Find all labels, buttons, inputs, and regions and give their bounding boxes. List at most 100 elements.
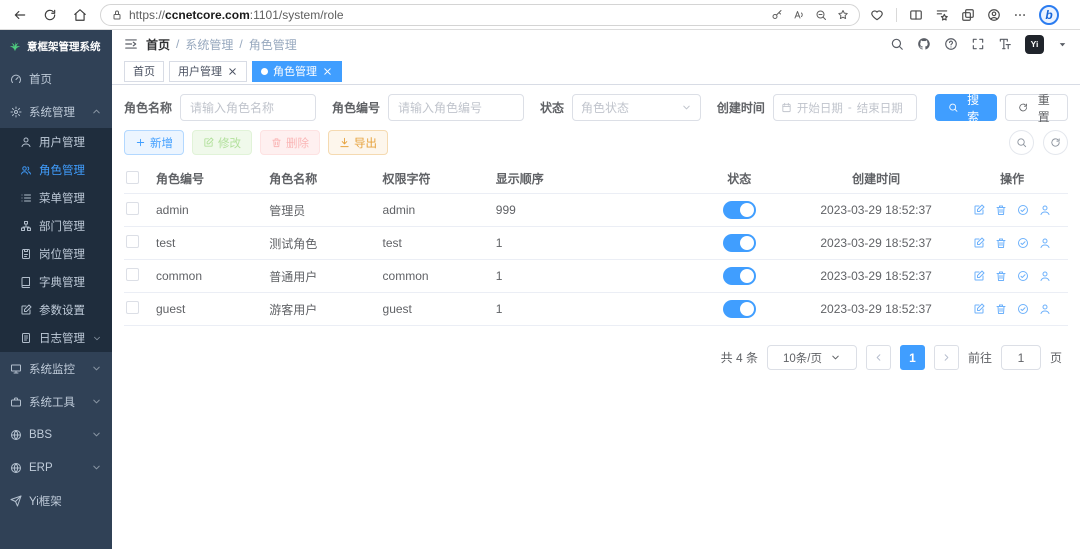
tab-role-mgmt[interactable]: 角色管理 xyxy=(252,61,342,82)
paper-plane-icon xyxy=(10,495,22,507)
sidebar-item-param-settings[interactable]: 参数设置 xyxy=(0,296,112,324)
role-name-label: 角色名称 xyxy=(124,99,172,116)
row-delete-icon[interactable] xyxy=(995,204,1007,216)
toolbar-divider xyxy=(896,8,897,22)
role-code-input[interactable] xyxy=(388,94,524,121)
row-auth-icon[interactable] xyxy=(1017,204,1029,216)
sidebar-item-log-mgmt[interactable]: 日志管理 xyxy=(0,324,112,352)
sidebar-item-bbs[interactable]: BBS xyxy=(0,418,112,451)
row-delete-icon[interactable] xyxy=(995,237,1007,249)
edit-button[interactable]: 修改 xyxy=(192,130,252,155)
close-icon[interactable] xyxy=(227,66,238,77)
sidebar-item-erp[interactable]: ERP xyxy=(0,451,112,484)
sidebar-item-post-mgmt[interactable]: 岗位管理 xyxy=(0,240,112,268)
delete-button[interactable]: 删除 xyxy=(260,130,320,155)
read-aloud-icon[interactable] xyxy=(793,9,805,21)
avatar-caret-down-icon[interactable] xyxy=(1057,39,1068,50)
prev-page-button[interactable] xyxy=(866,345,891,370)
sidebar-item-dict-mgmt[interactable]: 字典管理 xyxy=(0,268,112,296)
collections-icon[interactable] xyxy=(961,8,975,22)
export-button[interactable]: 导出 xyxy=(328,130,388,155)
zoom-out-icon[interactable] xyxy=(815,9,827,21)
sidebar-item-system-tools[interactable]: 系统工具 xyxy=(0,385,112,418)
status-toggle[interactable] xyxy=(723,234,756,252)
row-checkbox[interactable] xyxy=(126,235,139,248)
favorites-hub-icon[interactable] xyxy=(935,8,949,22)
row-checkbox[interactable] xyxy=(126,301,139,314)
bing-chat-icon[interactable]: b xyxy=(1039,5,1059,25)
menu-fold-icon[interactable] xyxy=(124,37,138,51)
row-delete-icon[interactable] xyxy=(995,270,1007,282)
browser-refresh-button[interactable] xyxy=(40,5,60,25)
sidebar-item-home[interactable]: 首页 xyxy=(0,62,112,95)
next-page-button[interactable] xyxy=(934,345,959,370)
sidebar-item-role-mgmt[interactable]: 角色管理 xyxy=(0,156,112,184)
sidebar-item-system-mgmt[interactable]: 系统管理 xyxy=(0,95,112,128)
row-auth-icon[interactable] xyxy=(1017,303,1029,315)
address-bar[interactable]: https://ccnetcore.com:1101/system/role xyxy=(100,4,860,26)
font-size-icon[interactable] xyxy=(998,37,1012,51)
more-menu-icon[interactable] xyxy=(1013,8,1027,22)
chevron-up-icon xyxy=(91,106,102,117)
status-select[interactable]: 角色状态 xyxy=(572,94,701,121)
row-delete-icon[interactable] xyxy=(995,303,1007,315)
breadcrumb-system-mgmt[interactable]: 系统管理 xyxy=(185,36,233,53)
browser-essentials-icon[interactable] xyxy=(870,8,884,22)
toggle-search-button[interactable] xyxy=(1009,130,1034,155)
table-toolbar: 新增 修改 删除 导出 xyxy=(124,130,1068,155)
sidebar-item-system-monitor[interactable]: 系统监控 xyxy=(0,352,112,385)
role-code-label: 角色编号 xyxy=(332,99,380,116)
split-screen-icon[interactable] xyxy=(909,8,923,22)
status-toggle[interactable] xyxy=(723,300,756,318)
github-icon[interactable] xyxy=(917,37,931,51)
sidebar-item-dept-mgmt[interactable]: 部门管理 xyxy=(0,212,112,240)
fullscreen-icon[interactable] xyxy=(971,37,985,51)
search-button[interactable]: 搜索 xyxy=(935,94,998,121)
badge-icon xyxy=(20,248,32,260)
sidebar-item-yi-framework[interactable]: Yi框架 xyxy=(0,484,112,517)
browser-back-button[interactable] xyxy=(10,5,30,25)
goto-page-input[interactable] xyxy=(1001,345,1041,370)
select-all-checkbox[interactable] xyxy=(126,171,139,184)
reset-button[interactable]: 重置 xyxy=(1005,94,1068,121)
row-edit-icon[interactable] xyxy=(973,270,985,282)
row-auth-icon[interactable] xyxy=(1017,237,1029,249)
password-key-icon[interactable] xyxy=(771,9,783,21)
help-icon[interactable] xyxy=(944,37,958,51)
add-button[interactable]: 新增 xyxy=(124,130,184,155)
browser-profile-icon[interactable] xyxy=(987,8,1001,22)
tab-user-mgmt[interactable]: 用户管理 xyxy=(169,61,247,82)
app-logo[interactable]: 意框架管理系统 xyxy=(0,30,112,62)
sidebar-item-user-mgmt[interactable]: 用户管理 xyxy=(0,128,112,156)
toolbox-icon xyxy=(10,396,22,408)
table-row: common 普通用户 common 1 2023-03-29 18:52:37 xyxy=(124,260,1068,293)
user-avatar[interactable]: Yi xyxy=(1025,35,1044,54)
page-number-button[interactable]: 1 xyxy=(900,345,925,370)
row-edit-icon[interactable] xyxy=(973,204,985,216)
breadcrumb-home[interactable]: 首页 xyxy=(146,36,170,53)
row-edit-icon[interactable] xyxy=(973,237,985,249)
sidebar-item-menu-mgmt[interactable]: 菜单管理 xyxy=(0,184,112,212)
page-size-select[interactable]: 10条/页 xyxy=(767,345,857,370)
row-checkbox[interactable] xyxy=(126,268,139,281)
browser-home-button[interactable] xyxy=(70,5,90,25)
browser-toolbar: https://ccnetcore.com:1101/system/role b xyxy=(0,0,1080,30)
close-icon[interactable] xyxy=(322,66,333,77)
favorite-star-icon[interactable] xyxy=(837,9,849,21)
row-assign-user-icon[interactable] xyxy=(1039,204,1051,216)
date-range-picker[interactable]: 开始日期 - 结束日期 xyxy=(773,94,917,121)
row-auth-icon[interactable] xyxy=(1017,270,1029,282)
row-assign-user-icon[interactable] xyxy=(1039,237,1051,249)
tab-home[interactable]: 首页 xyxy=(124,61,164,82)
header-search-icon[interactable] xyxy=(890,37,904,51)
status-toggle[interactable] xyxy=(723,267,756,285)
row-edit-icon[interactable] xyxy=(973,303,985,315)
row-checkbox[interactable] xyxy=(126,202,139,215)
status-toggle[interactable] xyxy=(723,201,756,219)
row-assign-user-icon[interactable] xyxy=(1039,303,1051,315)
row-assign-user-icon[interactable] xyxy=(1039,270,1051,282)
role-name-input[interactable] xyxy=(180,94,316,121)
refresh-table-button[interactable] xyxy=(1043,130,1068,155)
edit-icon xyxy=(203,137,214,148)
goto-unit: 页 xyxy=(1050,349,1062,366)
